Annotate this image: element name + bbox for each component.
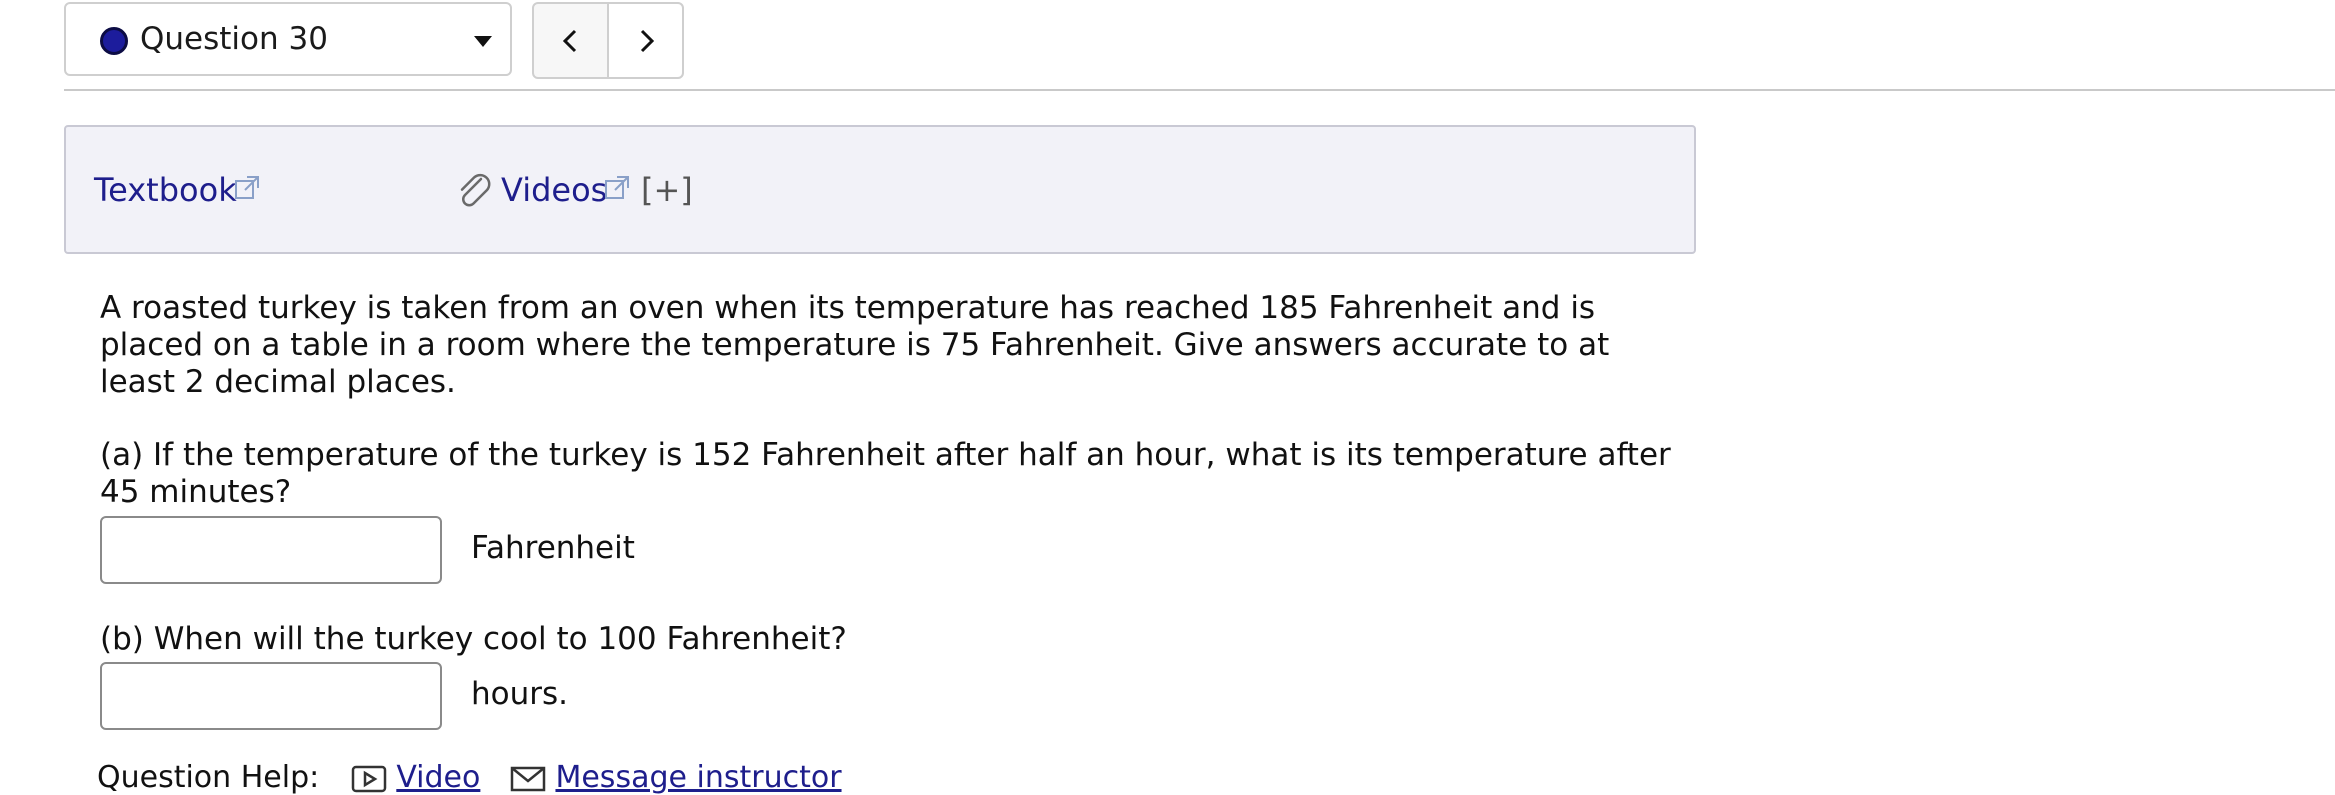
videos-link[interactable]: Videos xyxy=(501,171,607,209)
chevron-left-icon xyxy=(562,29,576,52)
question-select-dropdown[interactable]: Question 30 xyxy=(64,2,512,76)
help-video-link[interactable]: Video xyxy=(396,760,480,795)
chevron-right-icon xyxy=(640,29,654,52)
paperclip-icon xyxy=(460,173,491,207)
envelope-icon xyxy=(510,766,546,791)
expand-videos-toggle[interactable]: [+] xyxy=(641,171,693,209)
next-question-button[interactable] xyxy=(607,4,682,77)
textbook-link[interactable]: Textbook xyxy=(94,171,237,209)
problem-statement: A roasted turkey is taken from an oven w… xyxy=(100,290,1610,400)
part-a-question: (a) If the temperature of the turkey is … xyxy=(100,437,1671,510)
question-nav-buttons xyxy=(532,2,684,79)
part-a-unit-label: Fahrenheit xyxy=(471,530,635,566)
header-divider xyxy=(64,89,2335,91)
part-b-question: (b) When will the turkey cool to 100 Fah… xyxy=(100,621,847,657)
previous-question-button[interactable] xyxy=(534,4,607,77)
part-b-unit-label: hours. xyxy=(471,676,569,712)
question-help-label: Question Help: xyxy=(97,760,320,795)
question-status-dot-icon xyxy=(100,27,128,55)
question-help-bar: Question Help: Video Message instructor xyxy=(97,760,842,795)
message-instructor-link[interactable]: Message instructor xyxy=(555,760,841,795)
resources-panel: Textbook Videos [+] xyxy=(64,125,1696,254)
caret-down-icon xyxy=(474,36,492,47)
part-b-answer-input[interactable] xyxy=(100,662,442,730)
video-play-icon xyxy=(351,765,387,792)
question-body: A roasted turkey is taken from an oven w… xyxy=(100,290,1700,730)
question-select-label: Question 30 xyxy=(140,21,328,57)
part-a-answer-input[interactable] xyxy=(100,516,442,584)
external-link-icon[interactable] xyxy=(234,175,260,201)
external-link-icon[interactable] xyxy=(604,175,630,201)
